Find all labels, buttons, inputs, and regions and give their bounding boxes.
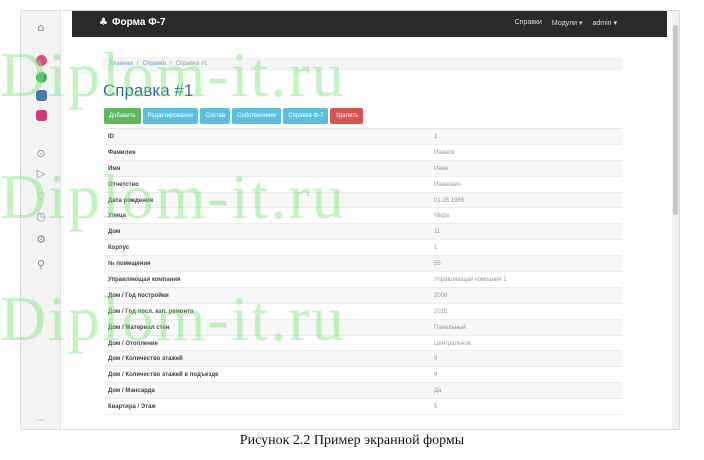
table-row: Дом / Мансарда Да	[104, 383, 622, 400]
row-value: Да	[434, 388, 442, 395]
navbar: ♣ Форма Ф-7 Справки Модули ▾ admin ▾	[72, 11, 667, 37]
messenger-icon[interactable]	[33, 52, 49, 68]
row-label: Дом / Отопление	[108, 340, 158, 347]
row-label: Дом / Мансарда	[108, 388, 155, 395]
row-label: Дата рождения	[108, 197, 154, 204]
more-icon[interactable]: ···	[33, 413, 49, 429]
table-row: Дом / Год посл. кап. ремонта 2015	[104, 304, 622, 320]
sidebar: ⌂ ⊙ ▷ ♡ ◷ ⚙ ⚲ ···	[21, 11, 61, 429]
nav-item-spravki[interactable]: Справки	[515, 19, 542, 27]
row-label: Дом / Год постройки	[108, 292, 169, 299]
table-row: Дом / Год постройки 2008	[104, 287, 622, 304]
breadcrumb-spravki[interactable]: Справки	[143, 61, 166, 67]
table-row: Дата рождения 01.05.1985	[104, 192, 622, 209]
page-title: Справка #1	[103, 81, 194, 100]
row-label: Корпус	[108, 245, 130, 252]
brand-link[interactable]: ♣ Форма Ф-7	[99, 17, 166, 28]
row-value: Иван	[434, 165, 449, 172]
table-row: Дом / Отопление Центральное	[104, 336, 622, 352]
vk-icon[interactable]	[33, 87, 49, 103]
breadcrumb: Главная / Справки / Справка #1	[102, 57, 622, 71]
nav-item-admin[interactable]: admin ▾	[592, 19, 617, 27]
form-f7-button[interactable]: Справка Ф-7	[283, 108, 329, 124]
table-row: Дом / Количество этажей в подъезде 9	[104, 367, 622, 384]
row-value: 55	[434, 261, 441, 268]
row-label: Управляющая компания	[108, 277, 181, 284]
whatsapp-icon[interactable]	[33, 69, 49, 85]
row-label: № помещения	[108, 261, 151, 268]
clock-icon[interactable]: ◷	[33, 208, 49, 224]
row-label: Дом / Количество этажей	[108, 356, 183, 363]
row-label: Дом / Материал стен	[108, 324, 170, 331]
composition-button[interactable]: Состав	[200, 108, 231, 124]
breadcrumb-separator: /	[169, 61, 172, 67]
table-row: Квартира / Этаж 5	[104, 399, 622, 416]
row-value: 01.05.1985	[434, 197, 465, 204]
figure-caption: Рисунок 2.2 Пример экранной формы	[239, 433, 465, 448]
browser-window: ⌂ ⊙ ▷ ♡ ◷ ⚙ ⚲ ··· ♣ Форма Ф-7 Справки Модули ▾ …	[20, 10, 680, 430]
edit-button[interactable]: Редактирование	[142, 108, 199, 124]
delete-button[interactable]: Удалить	[330, 108, 364, 124]
row-value: 9	[434, 356, 438, 363]
table-row: Отчетство Иванович	[104, 177, 622, 193]
row-value: Центральное	[434, 340, 472, 347]
row-value: Панельный	[434, 324, 466, 331]
row-value: 2015	[434, 308, 448, 315]
location-icon[interactable]: ⚲	[33, 256, 49, 272]
row-value: Иванов	[434, 149, 455, 156]
row-value: 1	[434, 134, 438, 140]
row-label: Дом	[108, 229, 121, 236]
table-row: Дом / Материал стен Панельный	[104, 319, 622, 336]
row-value: Иванович	[434, 181, 462, 188]
play-circle-icon[interactable]: ⊙	[33, 145, 49, 161]
instagram-icon[interactable]	[33, 107, 49, 123]
table-row: Дом / Количество этажей 9	[104, 351, 622, 368]
row-value: 9	[434, 372, 438, 379]
scroll-thumb[interactable]	[673, 25, 678, 215]
table-row: Управляющая компания Управляющая компания…	[104, 272, 622, 288]
row-value: Мира	[434, 213, 450, 220]
row-value: 2008	[434, 292, 448, 299]
table-row: Улица Мира	[104, 208, 622, 225]
home-icon[interactable]: ⌂	[33, 19, 49, 35]
breadcrumb-separator: /	[136, 61, 139, 67]
detail-table: ID 1 Фамилия Иванов Имя Иван Отчетство Иванович…	[104, 128, 622, 416]
row-label: Улица	[108, 213, 126, 220]
breadcrumb-home[interactable]: Главная	[110, 61, 133, 67]
row-label: Дом / Количество этажей в подъезде	[108, 372, 219, 379]
row-label: Имя	[108, 165, 121, 172]
table-row: Имя Иван	[104, 160, 622, 177]
table-row: Дом 11	[104, 224, 622, 241]
send-icon[interactable]: ▷	[33, 165, 49, 181]
row-value: Управляющая компания 1	[434, 277, 507, 284]
brand-label: Форма Ф-7	[111, 17, 166, 28]
add-button[interactable]: Добавить	[104, 108, 141, 124]
main-area: ♣ Форма Ф-7 Справки Модули ▾ admin ▾ Гла…	[62, 11, 672, 429]
row-label: Отчетство	[108, 181, 139, 188]
table-row: ID 1	[104, 129, 622, 145]
row-label: Квартира / Этаж	[108, 404, 156, 411]
row-label: ID	[108, 134, 114, 140]
breadcrumb-current: Справка #1	[175, 61, 208, 67]
row-label: Дом / Год посл. кап. ремонта	[108, 308, 194, 315]
row-value: 11	[434, 229, 441, 236]
settings-icon[interactable]: ⚙	[33, 231, 49, 247]
brand-icon: ♣	[99, 17, 108, 28]
table-row: Фамилия Иванов	[104, 145, 622, 161]
nav-item-moduli[interactable]: Модули ▾	[552, 19, 583, 27]
row-label: Фамилия	[108, 149, 136, 156]
row-value: 1	[434, 245, 438, 252]
heart-icon[interactable]: ♡	[33, 188, 49, 204]
action-toolbar: Добавить Редактирование Состав Собственн…	[104, 108, 364, 124]
owners-button[interactable]: Собственники	[232, 108, 282, 124]
row-value: 5	[434, 404, 438, 411]
table-row: Корпус 1	[104, 240, 622, 257]
scrollbar[interactable]	[672, 11, 679, 429]
nav-menu: Справки Модули ▾ admin ▾	[515, 19, 617, 27]
table-row: № помещения 55	[104, 256, 622, 273]
